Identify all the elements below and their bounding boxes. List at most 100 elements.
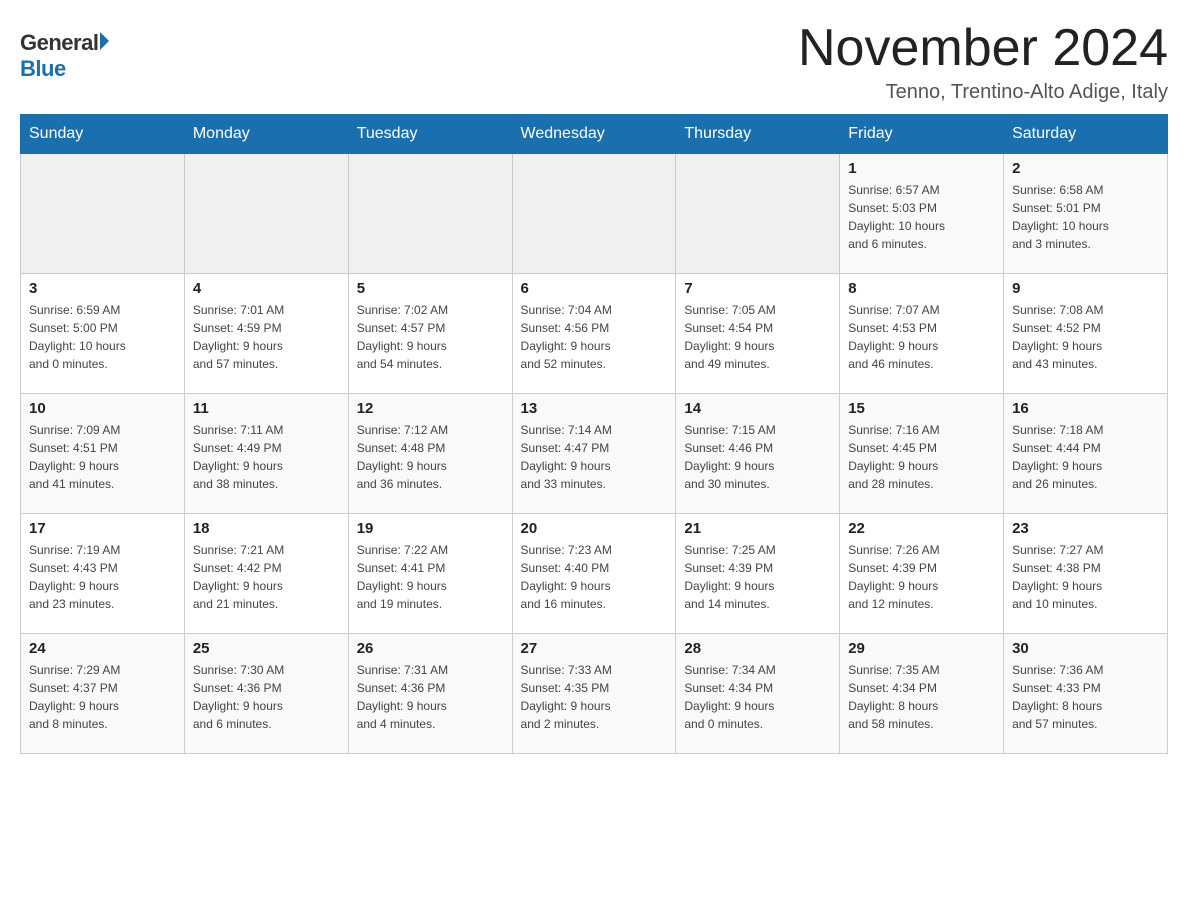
calendar-cell: 23 Sunrise: 7:27 AM Sunset: 4:38 PM Dayli… xyxy=(1004,514,1168,634)
calendar-header-row: SundayMondayTuesdayWednesdayThursdayFrid… xyxy=(21,115,1168,154)
day-info: Sunrise: 7:14 AM Sunset: 4:47 PM Dayligh… xyxy=(521,421,668,493)
day-number: 30 xyxy=(1012,640,1159,657)
calendar-cell xyxy=(21,154,185,274)
day-number: 29 xyxy=(848,640,995,657)
calendar-cell: 19Sunrise: 7:22 AM Sunset: 4:41 PM Dayli… xyxy=(348,514,512,634)
day-number: 1 xyxy=(848,160,995,177)
calendar-header-monday: Monday xyxy=(184,115,348,154)
calendar-header-friday: Friday xyxy=(840,115,1004,154)
day-info: Sunrise: 7:02 AM Sunset: 4:57 PM Dayligh… xyxy=(357,301,504,373)
day-number: 14 xyxy=(684,400,831,417)
calendar-cell: 14Sunrise: 7:15 AM Sunset: 4:46 PM Dayli… xyxy=(676,394,840,514)
day-info: Sunrise: 7:05 AM Sunset: 4:54 PM Dayligh… xyxy=(684,301,831,373)
calendar-cell: 25 Sunrise: 7:30 AM Sunset: 4:36 PM Dayli… xyxy=(184,634,348,754)
day-info: Sunrise: 7:07 AM Sunset: 4:53 PM Dayligh… xyxy=(848,301,995,373)
calendar-cell: 11 Sunrise: 7:11 AM Sunset: 4:49 PM Dayli… xyxy=(184,394,348,514)
day-info: Sunrise: 7:01 AM Sunset: 4:59 PM Dayligh… xyxy=(193,301,340,373)
day-number: 26 xyxy=(357,640,504,657)
day-info: Sunrise: 7:33 AM Sunset: 4:35 PM Dayligh… xyxy=(521,661,668,733)
day-info: Sunrise: 7:21 AM Sunset: 4:42 PM Dayligh… xyxy=(193,541,340,613)
day-info: Sunrise: 7:34 AM Sunset: 4:34 PM Dayligh… xyxy=(684,661,831,733)
calendar-cell: 20Sunrise: 7:23 AM Sunset: 4:40 PM Dayli… xyxy=(512,514,676,634)
day-number: 13 xyxy=(521,400,668,417)
calendar-cell: 16 Sunrise: 7:18 AM Sunset: 4:44 PM Dayli… xyxy=(1004,394,1168,514)
day-info: Sunrise: 7:25 AM Sunset: 4:39 PM Dayligh… xyxy=(684,541,831,613)
day-number: 16 xyxy=(1012,400,1159,417)
page-header: General Blue November 2024 Tenno, Trenti… xyxy=(20,20,1168,104)
day-info: Sunrise: 7:36 AM Sunset: 4:33 PM Dayligh… xyxy=(1012,661,1159,733)
calendar-cell: 27 Sunrise: 7:33 AM Sunset: 4:35 PM Dayli… xyxy=(512,634,676,754)
day-number: 24 xyxy=(29,640,176,657)
day-number: 18 xyxy=(193,520,340,537)
calendar-cell: 1 Sunrise: 6:57 AM Sunset: 5:03 PM Daylig… xyxy=(840,154,1004,274)
day-info: Sunrise: 7:18 AM Sunset: 4:44 PM Dayligh… xyxy=(1012,421,1159,493)
location: Tenno, Trentino-Alto Adige, Italy xyxy=(798,81,1168,104)
calendar-cell xyxy=(512,154,676,274)
day-number: 8 xyxy=(848,280,995,297)
day-info: Sunrise: 7:26 AM Sunset: 4:39 PM Dayligh… xyxy=(848,541,995,613)
calendar-cell xyxy=(676,154,840,274)
calendar-cell: 8 Sunrise: 7:07 AM Sunset: 4:53 PM Daylig… xyxy=(840,274,1004,394)
day-number: 5 xyxy=(357,280,504,297)
calendar-week-row: 24Sunrise: 7:29 AM Sunset: 4:37 PM Dayli… xyxy=(21,634,1168,754)
logo-blue-text: Blue xyxy=(20,56,66,82)
calendar-cell: 28 Sunrise: 7:34 AM Sunset: 4:34 PM Dayli… xyxy=(676,634,840,754)
day-number: 7 xyxy=(684,280,831,297)
logo-arrow-icon xyxy=(100,32,109,50)
day-number: 6 xyxy=(521,280,668,297)
day-number: 11 xyxy=(193,400,340,417)
calendar-table: SundayMondayTuesdayWednesdayThursdayFrid… xyxy=(20,114,1168,754)
day-number: 12 xyxy=(357,400,504,417)
day-info: Sunrise: 7:04 AM Sunset: 4:56 PM Dayligh… xyxy=(521,301,668,373)
calendar-cell: 18 Sunrise: 7:21 AM Sunset: 4:42 PM Dayli… xyxy=(184,514,348,634)
calendar-cell: 3Sunrise: 6:59 AM Sunset: 5:00 PM Daylig… xyxy=(21,274,185,394)
day-number: 2 xyxy=(1012,160,1159,177)
calendar-cell: 5 Sunrise: 7:02 AM Sunset: 4:57 PM Daylig… xyxy=(348,274,512,394)
day-info: Sunrise: 7:30 AM Sunset: 4:36 PM Dayligh… xyxy=(193,661,340,733)
calendar-cell: 10 Sunrise: 7:09 AM Sunset: 4:51 PM Dayli… xyxy=(21,394,185,514)
calendar-header-wednesday: Wednesday xyxy=(512,115,676,154)
calendar-cell: 26Sunrise: 7:31 AM Sunset: 4:36 PM Dayli… xyxy=(348,634,512,754)
calendar-header-thursday: Thursday xyxy=(676,115,840,154)
day-info: Sunrise: 7:23 AM Sunset: 4:40 PM Dayligh… xyxy=(521,541,668,613)
calendar-cell: 6 Sunrise: 7:04 AM Sunset: 4:56 PM Daylig… xyxy=(512,274,676,394)
day-info: Sunrise: 7:35 AM Sunset: 4:34 PM Dayligh… xyxy=(848,661,995,733)
calendar-cell: 7 Sunrise: 7:05 AM Sunset: 4:54 PM Daylig… xyxy=(676,274,840,394)
day-number: 19 xyxy=(357,520,504,537)
day-number: 23 xyxy=(1012,520,1159,537)
calendar-cell: 15Sunrise: 7:16 AM Sunset: 4:45 PM Dayli… xyxy=(840,394,1004,514)
day-info: Sunrise: 7:27 AM Sunset: 4:38 PM Dayligh… xyxy=(1012,541,1159,613)
month-title: November 2024 xyxy=(798,20,1168,77)
calendar-cell: 17 Sunrise: 7:19 AM Sunset: 4:43 PM Dayli… xyxy=(21,514,185,634)
logo: General Blue xyxy=(20,20,109,82)
logo-general-text: General xyxy=(20,30,98,56)
calendar-cell: 12Sunrise: 7:12 AM Sunset: 4:48 PM Dayli… xyxy=(348,394,512,514)
calendar-cell: 30 Sunrise: 7:36 AM Sunset: 4:33 PM Dayli… xyxy=(1004,634,1168,754)
day-number: 10 xyxy=(29,400,176,417)
day-number: 9 xyxy=(1012,280,1159,297)
calendar-cell: 29 Sunrise: 7:35 AM Sunset: 4:34 PM Dayli… xyxy=(840,634,1004,754)
calendar-cell xyxy=(348,154,512,274)
day-number: 4 xyxy=(193,280,340,297)
day-info: Sunrise: 6:59 AM Sunset: 5:00 PM Dayligh… xyxy=(29,301,176,373)
calendar-cell: 13 Sunrise: 7:14 AM Sunset: 4:47 PM Dayli… xyxy=(512,394,676,514)
calendar-week-row: 1 Sunrise: 6:57 AM Sunset: 5:03 PM Daylig… xyxy=(21,154,1168,274)
calendar-week-row: 17 Sunrise: 7:19 AM Sunset: 4:43 PM Dayli… xyxy=(21,514,1168,634)
calendar-week-row: 10 Sunrise: 7:09 AM Sunset: 4:51 PM Dayli… xyxy=(21,394,1168,514)
calendar-cell: 2Sunrise: 6:58 AM Sunset: 5:01 PM Daylig… xyxy=(1004,154,1168,274)
day-info: Sunrise: 6:57 AM Sunset: 5:03 PM Dayligh… xyxy=(848,181,995,253)
day-info: Sunrise: 7:16 AM Sunset: 4:45 PM Dayligh… xyxy=(848,421,995,493)
calendar-cell: 4 Sunrise: 7:01 AM Sunset: 4:59 PM Daylig… xyxy=(184,274,348,394)
day-info: Sunrise: 7:11 AM Sunset: 4:49 PM Dayligh… xyxy=(193,421,340,493)
calendar-week-row: 3Sunrise: 6:59 AM Sunset: 5:00 PM Daylig… xyxy=(21,274,1168,394)
day-number: 27 xyxy=(521,640,668,657)
day-info: Sunrise: 7:19 AM Sunset: 4:43 PM Dayligh… xyxy=(29,541,176,613)
calendar-cell: 21Sunrise: 7:25 AM Sunset: 4:39 PM Dayli… xyxy=(676,514,840,634)
day-number: 28 xyxy=(684,640,831,657)
calendar-header-tuesday: Tuesday xyxy=(348,115,512,154)
day-number: 22 xyxy=(848,520,995,537)
calendar-cell: 24Sunrise: 7:29 AM Sunset: 4:37 PM Dayli… xyxy=(21,634,185,754)
day-number: 25 xyxy=(193,640,340,657)
day-number: 17 xyxy=(29,520,176,537)
day-info: Sunrise: 7:09 AM Sunset: 4:51 PM Dayligh… xyxy=(29,421,176,493)
